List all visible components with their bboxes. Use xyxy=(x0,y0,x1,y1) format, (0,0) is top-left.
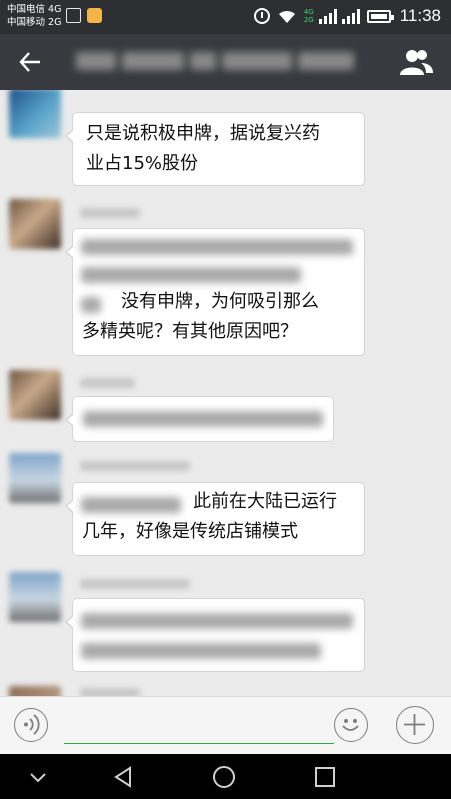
message-line: 业占15%股份 xyxy=(86,153,199,174)
blurred-text xyxy=(83,411,323,427)
net-badge-1: 4G xyxy=(303,8,314,16)
app-notification-icon xyxy=(87,8,102,23)
image-icon xyxy=(66,8,81,23)
alarm-icon xyxy=(253,8,270,24)
emoji-button[interactable] xyxy=(334,708,368,742)
voice-input-button[interactable] xyxy=(14,708,48,742)
signal-icon: 4G 2G xyxy=(304,8,360,24)
blurred-text xyxy=(81,239,353,255)
system-indicators: 4G 2G 11:38 xyxy=(253,6,441,26)
message-line: 多精英呢？有其他原因吧？ xyxy=(82,321,298,342)
status-bar: 中国电信 4G 中国移动 2G 4G 2G 11:38 xyxy=(0,0,451,34)
message-line: 几年，好像是传统店铺模式 xyxy=(82,521,298,542)
system-nav-bar xyxy=(0,754,451,799)
message-bubble[interactable]: 没有申牌，为何吸引那么 多精英呢？有其他原因吧？ xyxy=(65,228,365,356)
chat-title-blurred xyxy=(76,52,366,74)
carrier-info: 中国电信 4G 中国移动 2G xyxy=(7,3,61,29)
sender-name-blurred xyxy=(80,688,140,696)
group-members-icon[interactable] xyxy=(399,48,433,76)
avatar[interactable] xyxy=(9,572,61,622)
message-bubble[interactable] xyxy=(65,396,334,442)
blurred-text xyxy=(81,297,101,313)
avatar[interactable] xyxy=(9,90,61,138)
voice-icon xyxy=(24,714,40,735)
sender-name-blurred xyxy=(80,378,135,388)
message-bubble[interactable]: 此前在大陆已运行 几年，好像是传统店铺模式 xyxy=(65,482,365,556)
message-bubble[interactable] xyxy=(65,598,365,672)
blurred-text xyxy=(81,613,353,629)
chat-input-bar xyxy=(0,696,451,754)
clock-time: 11:38 xyxy=(399,6,441,25)
avatar[interactable] xyxy=(9,370,61,420)
sender-name-blurred xyxy=(80,461,190,471)
blurred-text xyxy=(81,497,181,513)
carrier-2: 中国移动 2G xyxy=(7,17,62,28)
chat-header xyxy=(0,34,451,90)
carrier-1: 中国电信 4G xyxy=(7,4,62,15)
battery-icon xyxy=(366,9,394,23)
message-bubble[interactable]: 只是说积极申牌，据说复兴药 业占15%股份 xyxy=(65,112,365,186)
notification-icons xyxy=(66,8,102,23)
avatar[interactable] xyxy=(9,199,61,249)
message-line: 没有申牌，为何吸引那么 xyxy=(121,291,319,312)
emoji-icon xyxy=(342,719,359,731)
net-badge-2: 2G xyxy=(303,16,314,24)
message-line: 此前在大陆已运行 xyxy=(193,491,337,512)
recents-icon[interactable] xyxy=(314,766,336,788)
message-input[interactable] xyxy=(64,743,334,744)
blurred-text xyxy=(81,267,301,283)
chat-area[interactable]: 只是说积极申牌，据说复兴药 业占15%股份 没有申牌，为何吸引那么 多精英呢？有… xyxy=(0,90,451,696)
avatar[interactable] xyxy=(9,686,61,696)
sender-name-blurred xyxy=(80,208,140,218)
blurred-text xyxy=(81,643,321,659)
back-icon[interactable] xyxy=(112,765,136,789)
back-arrow-icon[interactable] xyxy=(18,50,42,74)
hide-keyboard-icon[interactable] xyxy=(28,770,48,784)
avatar[interactable] xyxy=(9,453,61,503)
more-options-button[interactable] xyxy=(396,706,434,744)
sender-name-blurred xyxy=(80,579,190,589)
message-line: 只是说积极申牌，据说复兴药 xyxy=(86,123,320,144)
wifi-icon xyxy=(278,10,295,23)
plus-icon xyxy=(404,714,425,735)
home-icon[interactable] xyxy=(212,765,236,789)
